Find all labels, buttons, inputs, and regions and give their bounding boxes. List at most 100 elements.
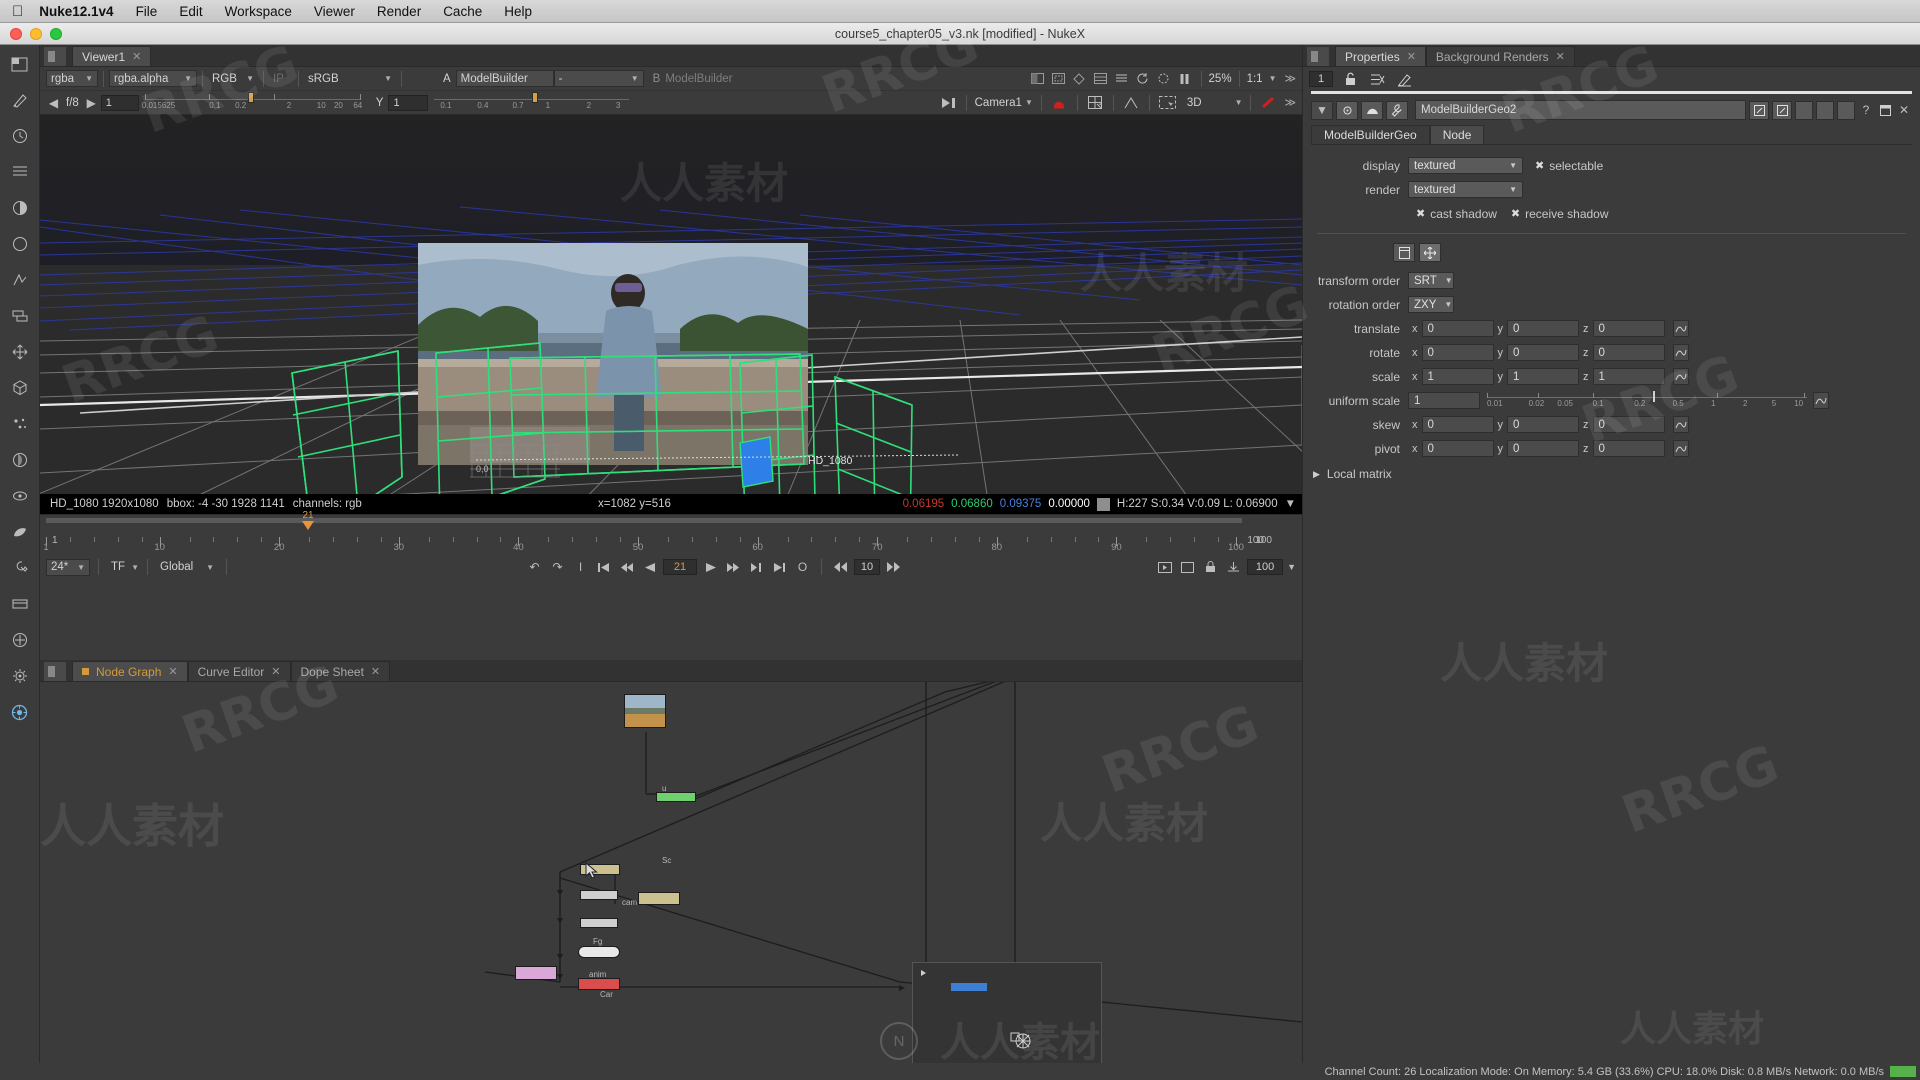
particles-tools-icon[interactable] bbox=[7, 411, 33, 437]
scale-y-field[interactable]: 1 bbox=[1507, 368, 1579, 385]
lighting-icon[interactable] bbox=[1050, 93, 1069, 112]
cache-icon[interactable] bbox=[1224, 558, 1243, 577]
node-grip-2-icon[interactable] bbox=[1816, 100, 1834, 120]
viewmode-select[interactable]: 3D bbox=[1187, 97, 1202, 109]
first-frame-icon[interactable] bbox=[594, 558, 613, 577]
collapse-triangle-icon[interactable]: ▼ bbox=[1311, 100, 1333, 120]
node-link-icon[interactable] bbox=[1749, 100, 1769, 120]
menu-item-render[interactable]: Render bbox=[377, 4, 421, 19]
uniform-scale-slider[interactable]: 0.01 0.02 0.05 0.1 0.2 0.5 1 2 5 10 bbox=[1487, 390, 1807, 410]
maximize-window-button[interactable] bbox=[50, 28, 62, 40]
tab-node-graph[interactable]: Node Graph ✕ bbox=[72, 661, 188, 681]
properties-count-field[interactable]: 1 bbox=[1309, 71, 1333, 87]
axis-move-icon[interactable] bbox=[1419, 243, 1441, 262]
tab-background-renders[interactable]: Background Renders ✕ bbox=[1425, 46, 1575, 66]
next-icon[interactable] bbox=[747, 558, 766, 577]
node-green-1[interactable] bbox=[656, 792, 696, 802]
node-magenta-1[interactable] bbox=[515, 966, 557, 980]
overflow-chevrons-icon[interactable]: ≫ bbox=[1284, 72, 1296, 85]
translate-z-field[interactable]: 0 bbox=[1592, 320, 1665, 337]
apple-logo-icon[interactable]:  bbox=[12, 3, 23, 20]
skew-z-field[interactable]: 0 bbox=[1592, 416, 1665, 433]
node-mask-icon[interactable] bbox=[1361, 100, 1383, 120]
selectable-checkbox[interactable]: ✖ bbox=[1535, 159, 1544, 172]
chevron-down-icon[interactable]: ▼ bbox=[1025, 98, 1033, 107]
node-read-thumbnail[interactable] bbox=[624, 694, 666, 728]
fps-select[interactable]: 24* ▼ bbox=[46, 558, 90, 576]
last-frame-icon[interactable] bbox=[770, 558, 789, 577]
out-point-icon[interactable]: O bbox=[793, 558, 812, 577]
tab-curve-editor[interactable]: Curve Editor ✕ bbox=[187, 661, 291, 681]
node-tan-2[interactable] bbox=[638, 892, 680, 905]
gamma-slider[interactable]: 0.1 0.4 0.7 1 2 3 bbox=[434, 91, 630, 113]
sync-left-icon[interactable]: ↶ bbox=[525, 558, 544, 577]
node-graph-minimap[interactable] bbox=[912, 962, 1102, 1077]
keyer-tools-icon[interactable] bbox=[7, 267, 33, 293]
slash-red-icon[interactable] bbox=[1259, 93, 1278, 112]
chevron-right-icon[interactable]: ▶ bbox=[1313, 469, 1320, 480]
translate-animation-icon[interactable] bbox=[1672, 320, 1689, 337]
uniform-scale-animation-icon[interactable] bbox=[1813, 392, 1829, 409]
cara-tools-icon[interactable] bbox=[7, 627, 33, 653]
app-name-label[interactable]: Nuke12.1v4 bbox=[39, 4, 113, 19]
chevron-down-icon[interactable]: ▼ bbox=[1285, 498, 1296, 510]
draw-tools-icon[interactable] bbox=[7, 87, 33, 113]
pixel-ratio-label[interactable]: 1:1 bbox=[1247, 73, 1263, 85]
close-window-button[interactable] bbox=[10, 28, 22, 40]
pencil-icon[interactable] bbox=[1395, 70, 1414, 89]
scale-x-field[interactable]: 1 bbox=[1421, 368, 1494, 385]
float-window-icon[interactable] bbox=[1877, 101, 1893, 120]
skew-y-field[interactable]: 0 bbox=[1507, 416, 1579, 433]
scale-animation-icon[interactable] bbox=[1672, 368, 1689, 385]
settings-gear-icon[interactable] bbox=[7, 663, 33, 689]
translate-x-field[interactable]: 0 bbox=[1421, 320, 1494, 337]
close-icon[interactable]: ✕ bbox=[271, 665, 280, 678]
metadata-tools-icon[interactable] bbox=[7, 519, 33, 545]
frame-increment-field[interactable]: 10 bbox=[854, 559, 880, 575]
viewer-timeline[interactable]: 1 100 1 10 20 30 40 50 60 70 80 90 100 2… bbox=[40, 510, 1302, 554]
receive-shadow-checkbox[interactable]: ✖ bbox=[1511, 207, 1520, 220]
end-frame-field[interactable]: 100 bbox=[1247, 559, 1284, 575]
other-tools-icon[interactable] bbox=[7, 555, 33, 581]
prev-keyframe-icon[interactable] bbox=[617, 558, 636, 577]
close-icon[interactable]: ✕ bbox=[1556, 50, 1565, 63]
viewer-canvas[interactable]: y HD_1080 0,0 HD_1080 1920x1080 bbox: -4… bbox=[40, 115, 1302, 514]
play-forward-icon[interactable] bbox=[701, 558, 720, 577]
chevron-down-icon[interactable]: ▼ bbox=[1235, 98, 1243, 107]
viewer-process-icon[interactable] bbox=[7, 699, 33, 725]
render-select[interactable]: textured ▼ bbox=[1408, 181, 1523, 198]
ptab-node[interactable]: Node bbox=[1429, 125, 1485, 144]
chevron-down-icon[interactable]: ▼ bbox=[1287, 562, 1296, 572]
channel-select[interactable]: rgba ▼ bbox=[46, 70, 98, 87]
rotate-z-field[interactable]: 0 bbox=[1592, 344, 1665, 361]
colorspace-select[interactable]: sRGB ▼ bbox=[304, 70, 396, 87]
play-backward-icon[interactable] bbox=[640, 558, 659, 577]
pause-icon[interactable] bbox=[1175, 69, 1194, 88]
menu-item-edit[interactable]: Edit bbox=[179, 4, 202, 19]
next-keyframe-icon[interactable] bbox=[724, 558, 743, 577]
tab-dope-sheet[interactable]: Dope Sheet ✕ bbox=[290, 661, 391, 681]
close-icon[interactable]: ✕ bbox=[168, 665, 177, 678]
curve-icon[interactable] bbox=[1122, 93, 1141, 112]
menu-item-cache[interactable]: Cache bbox=[443, 4, 482, 19]
pane-grip-handle[interactable] bbox=[44, 47, 66, 66]
timeline-range-bar[interactable] bbox=[46, 518, 1242, 523]
lock-range-select[interactable]: Global ▼ bbox=[156, 559, 218, 576]
node-color-icon[interactable] bbox=[1336, 100, 1358, 120]
skip-back-icon[interactable] bbox=[831, 558, 850, 577]
input-process-icon[interactable] bbox=[939, 93, 958, 112]
snapshot-icon[interactable] bbox=[1154, 69, 1173, 88]
region-lines-icon[interactable] bbox=[1112, 69, 1131, 88]
node-dot-1[interactable] bbox=[578, 946, 620, 958]
skew-animation-icon[interactable] bbox=[1672, 416, 1689, 433]
cast-shadow-checkbox[interactable]: ✖ bbox=[1416, 207, 1425, 220]
skip-forward-icon[interactable] bbox=[884, 558, 903, 577]
skew-x-field[interactable]: 0 bbox=[1421, 416, 1494, 433]
selection-box-icon[interactable] bbox=[1158, 93, 1177, 112]
merge-tools-icon[interactable] bbox=[7, 303, 33, 329]
unlock-icon[interactable] bbox=[1341, 70, 1360, 89]
playback-mode-icon[interactable] bbox=[1155, 558, 1174, 577]
scale-z-field[interactable]: 1 bbox=[1592, 368, 1665, 385]
camera-select-label[interactable]: Camera1 bbox=[975, 97, 1022, 109]
gain-slider[interactable]: 0.015625 0.1 0.2 2 10 20 64 bbox=[142, 91, 362, 113]
